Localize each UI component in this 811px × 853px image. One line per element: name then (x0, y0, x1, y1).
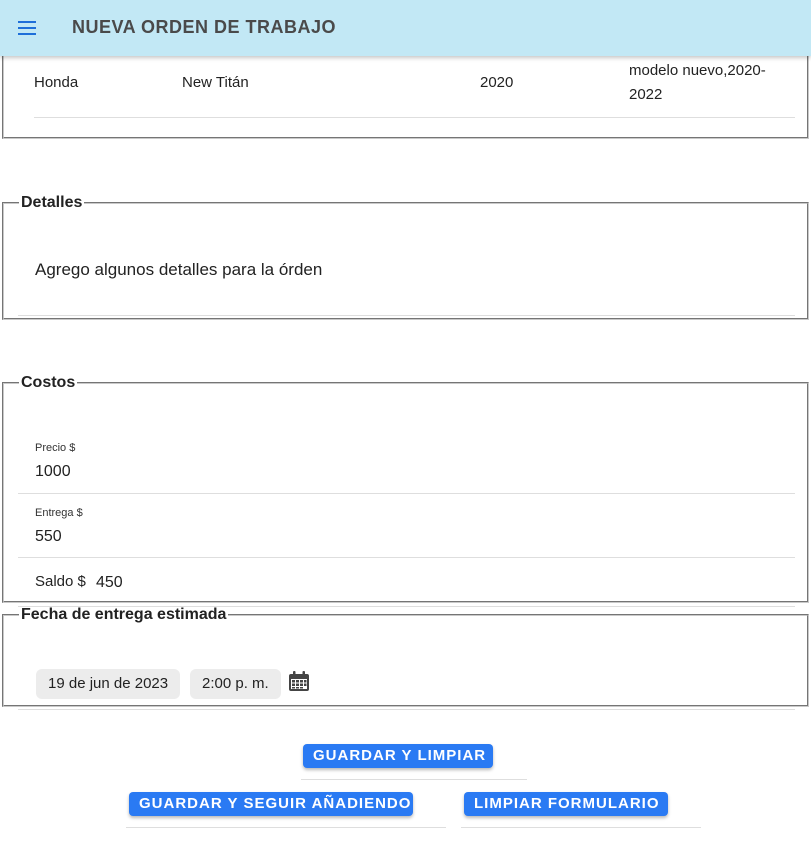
fecha-legend: Fecha de entrega estimada (21, 606, 227, 623)
detalles-legend: Detalles (21, 194, 83, 211)
divider (126, 827, 446, 828)
divider (18, 493, 795, 494)
detalles-fieldset: Detalles Agrego algunos detalles para la… (2, 194, 809, 320)
save-and-clear-button[interactable]: GUARDAR Y LIMPIAR (303, 744, 493, 768)
fecha-fieldset: Fecha de entrega estimada 19 de jun de 2… (2, 606, 809, 710)
date-picker-chip[interactable]: 19 de jun de 2023 (36, 669, 181, 699)
divider (301, 779, 527, 780)
menu-icon[interactable] (16, 20, 38, 36)
entrega-input[interactable]: 550 (35, 528, 62, 546)
calendar-icon[interactable] (288, 670, 310, 692)
time-picker-chip[interactable]: 2:00 p. m. (190, 669, 281, 699)
save-and-continue-button[interactable]: GUARDAR Y SEGUIR AÑADIENDO (129, 792, 413, 816)
divider (461, 827, 701, 828)
costos-legend: Costos (21, 374, 76, 391)
precio-input[interactable]: 1000 (35, 463, 71, 481)
saldo-value: 450 (96, 574, 123, 591)
page-title: NUEVA ORDEN DE TRABAJO (72, 17, 337, 37)
vehicle-detail-line2: 2022 (629, 86, 663, 103)
vehicle-detail-line1: modelo nuevo,2020- (629, 62, 766, 79)
vehicle-model: New Titán (182, 74, 249, 91)
entrega-label: Entrega $ (35, 507, 83, 519)
app-bar: NUEVA ORDEN DE TRABAJO (0, 0, 811, 56)
saldo-label: Saldo $ (35, 573, 86, 590)
precio-label: Precio $ (35, 442, 76, 454)
vehicle-year: 2020 (480, 74, 514, 91)
divider (34, 117, 795, 118)
divider (18, 315, 795, 316)
divider (18, 709, 795, 710)
clear-form-button[interactable]: LIMPIAR FORMULARIO (464, 792, 668, 816)
vehicle-brand: Honda (34, 74, 79, 91)
divider (18, 557, 795, 558)
costos-fieldset: Costos Precio $ 1000 Entrega $ 550 Saldo… (2, 374, 809, 607)
detalles-text[interactable]: Agrego algunos detalles para la órden (35, 260, 322, 280)
